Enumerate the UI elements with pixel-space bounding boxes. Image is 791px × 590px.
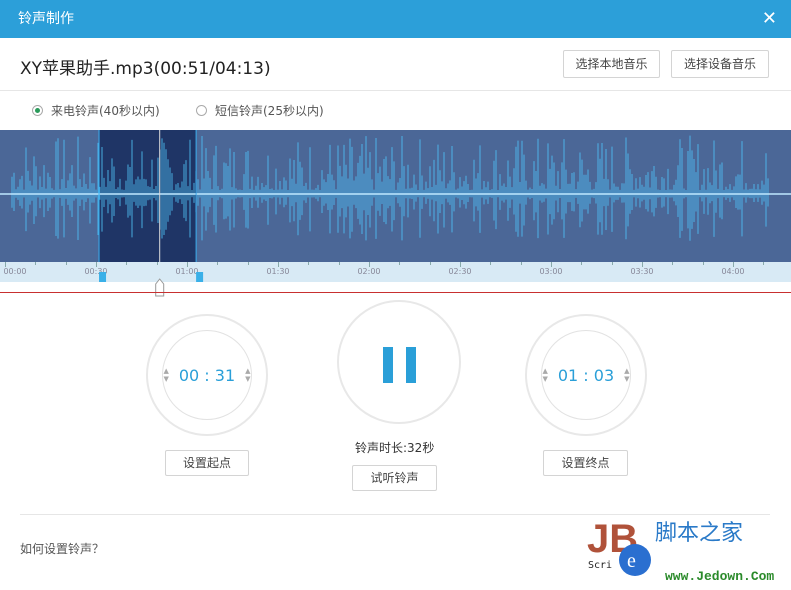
select-device-music-button[interactable]: 选择设备音乐 bbox=[671, 50, 769, 78]
radio-label: 短信铃声(25秒以内) bbox=[215, 104, 324, 118]
start-min: 00 bbox=[178, 365, 200, 385]
svg-text:Scri: Scri bbox=[588, 560, 612, 571]
svg-text:e: e bbox=[627, 550, 636, 572]
playhead-handle[interactable] bbox=[155, 278, 165, 297]
svg-text:www.Jedown.Com: www.Jedown.Com bbox=[665, 569, 774, 584]
start-time-stepper[interactable]: ▲ ▼ 00 : 31 ▲ ▼ bbox=[162, 330, 252, 420]
pause-button[interactable] bbox=[337, 300, 461, 424]
divider bbox=[0, 90, 791, 91]
window-title: 铃声制作 bbox=[18, 11, 74, 27]
start-time-dial: ▲ ▼ 00 : 31 ▲ ▼ bbox=[146, 314, 268, 436]
set-end-button[interactable]: 设置终点 bbox=[543, 450, 628, 476]
end-sec: 03 bbox=[593, 365, 615, 385]
radio-sms-ringtone[interactable]: 短信铃声(25秒以内) bbox=[196, 102, 324, 119]
stepper-arrows-icon[interactable]: ▲ ▼ bbox=[163, 367, 168, 383]
divider-line bbox=[0, 292, 791, 293]
selection-handle[interactable] bbox=[99, 272, 107, 282]
radio-call-ringtone[interactable]: 来电铃声(40秒以内) bbox=[32, 102, 160, 119]
stepper-arrows-icon[interactable]: ▲ ▼ bbox=[245, 367, 250, 383]
selection-handle[interactable] bbox=[196, 272, 204, 282]
ringtone-duration: 铃声时长:32秒 bbox=[355, 441, 435, 455]
preview-ringtone-button[interactable]: 试听铃声 bbox=[352, 465, 437, 491]
svg-text:脚本之家: 脚本之家 bbox=[655, 521, 743, 546]
end-time-dial: ▲ ▼ 01 : 03 ▲ ▼ bbox=[525, 314, 647, 436]
select-local-music-button[interactable]: 选择本地音乐 bbox=[563, 50, 660, 78]
pause-icon bbox=[383, 347, 416, 383]
waveform[interactable] bbox=[0, 130, 791, 262]
help-link[interactable]: 如何设置铃声？ bbox=[20, 540, 104, 557]
end-min: 01 bbox=[557, 365, 579, 385]
radio-label: 来电铃声(40秒以内) bbox=[51, 104, 160, 118]
radio-dot-icon bbox=[32, 105, 43, 116]
set-start-button[interactable]: 设置起点 bbox=[165, 450, 249, 476]
start-sec: 31 bbox=[214, 365, 236, 385]
radio-dot-icon bbox=[196, 105, 207, 116]
end-time-stepper[interactable]: ▲ ▼ 01 : 03 ▲ ▼ bbox=[541, 330, 631, 420]
watermark-logo: JB 脚本之家 e Scri www.Jedown.Com bbox=[585, 510, 791, 586]
close-icon[interactable]: ✕ bbox=[762, 0, 777, 38]
stepper-arrows-icon[interactable]: ▲ ▼ bbox=[542, 367, 547, 383]
title-bar: 铃声制作 ✕ bbox=[0, 0, 791, 38]
file-name: XY苹果助手.mp3(00:51/04:13) bbox=[20, 59, 271, 79]
stepper-arrows-icon[interactable]: ▲ ▼ bbox=[624, 367, 629, 383]
